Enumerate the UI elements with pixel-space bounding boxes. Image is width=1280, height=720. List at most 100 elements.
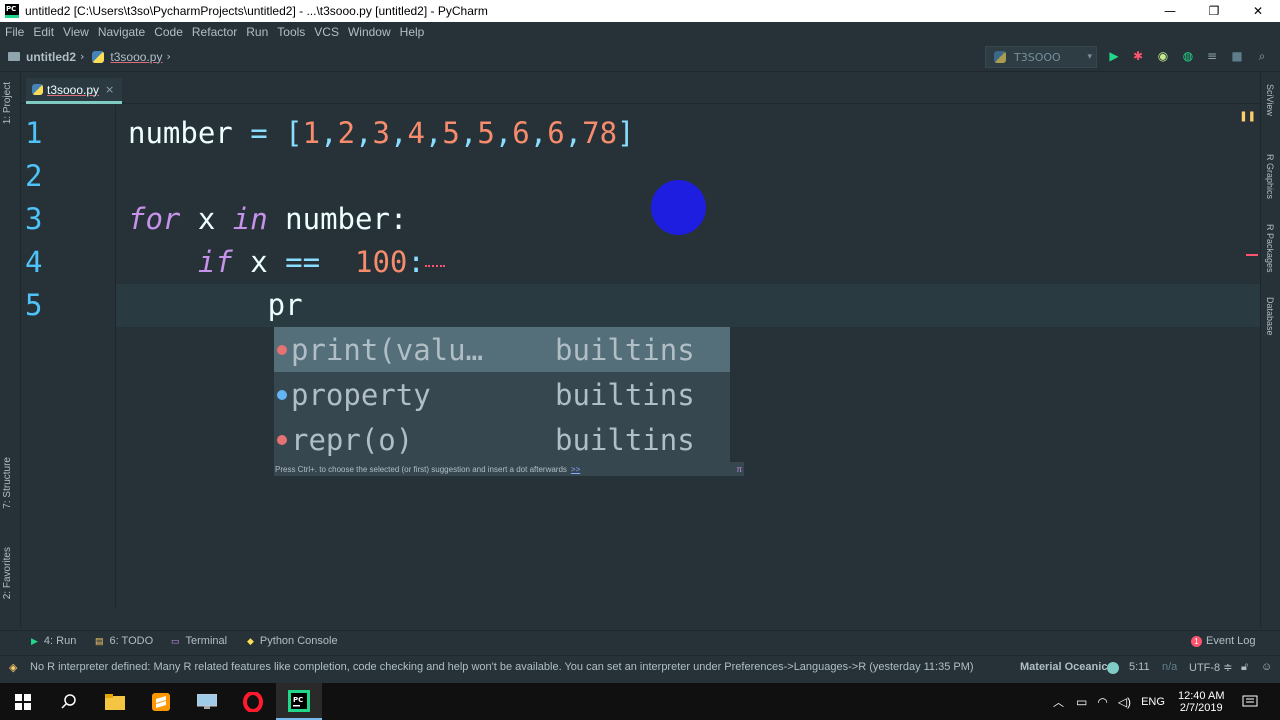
taskbar-pycharm[interactable]: PC — [276, 683, 322, 720]
menu-file[interactable]: File — [5, 25, 24, 39]
line-number: 4 — [25, 245, 43, 279]
breadcrumb-file[interactable]: t3sooo.py — [110, 50, 162, 64]
number-literal: 6 — [512, 116, 530, 150]
taskbar-sublime[interactable] — [138, 683, 184, 720]
r-packages-tool-button[interactable]: R Packages — [1265, 224, 1275, 273]
menu-window[interactable]: Window — [348, 25, 391, 39]
close-icon[interactable]: × — [105, 83, 114, 96]
line-separator[interactable]: n/a — [1162, 661, 1177, 673]
editor-tab-bar: t3sooo.py × — [21, 76, 1260, 104]
error-marker[interactable] — [1246, 254, 1258, 256]
action-center-icon — [1242, 695, 1258, 706]
bracket: ] — [617, 116, 635, 150]
hint-more-link[interactable]: >> — [571, 465, 580, 474]
clock[interactable]: 12:40 AM 2/7/2019 — [1178, 683, 1224, 720]
search-icon[interactable]: ⌕ — [1254, 48, 1270, 64]
terminal-tool-button[interactable]: ▭ Terminal — [171, 635, 227, 647]
r-graphics-tool-button[interactable]: R Graphics — [1265, 154, 1275, 199]
menu-tools[interactable]: Tools — [277, 25, 305, 39]
completion-name: repr(o) — [291, 422, 414, 457]
completion-item[interactable]: repr(o) builtins — [274, 417, 730, 462]
menu-refactor[interactable]: Refactor — [192, 25, 237, 39]
profile-icon[interactable]: ◍ — [1180, 48, 1196, 64]
error-squiggle — [424, 261, 445, 267]
stop-icon[interactable]: ■ — [1229, 48, 1245, 64]
inspector-icon[interactable]: ☺︎ — [1261, 661, 1272, 673]
code-line-1: number = [1,2,3,4,5,5,6,6,78] — [128, 116, 635, 150]
chevron-right-icon: › — [80, 50, 85, 63]
wifi-icon[interactable]: ◠ — [1097, 695, 1107, 709]
number-literal: 100 — [355, 245, 408, 279]
minimize-button[interactable]: — — [1148, 0, 1192, 22]
completion-popup: print(valu… builtins property builtins r… — [274, 327, 730, 462]
event-log-tool-button[interactable]: 1 Event Log — [1191, 635, 1256, 647]
taskbar-search-button[interactable] — [46, 683, 92, 720]
taskbar-app[interactable] — [184, 683, 230, 720]
gutter-divider — [115, 105, 116, 608]
run-config-select[interactable]: T3SOOO ▾ — [985, 46, 1097, 68]
line-number: 1 — [25, 116, 43, 150]
battery-icon[interactable]: ▭ — [1076, 695, 1087, 709]
menu-vcs[interactable]: VCS — [314, 25, 339, 39]
warning-icon[interactable]: ◈ — [9, 661, 17, 674]
taskbar-file-explorer[interactable] — [92, 683, 138, 720]
line-number: 2 — [25, 159, 43, 193]
menu-navigate[interactable]: Navigate — [98, 25, 145, 39]
theme-name[interactable]: Material Oceanic — [1020, 661, 1107, 673]
breadcrumb-project[interactable]: untitled2 — [26, 50, 76, 64]
close-window-button[interactable]: ✕ — [1236, 0, 1280, 22]
menu-code[interactable]: Code — [154, 25, 183, 39]
favorites-tool-button[interactable]: 2: Favorites — [2, 547, 13, 599]
search-icon — [61, 693, 76, 709]
opera-icon — [243, 691, 263, 712]
run-coverage-icon[interactable]: ◉ — [1155, 48, 1171, 64]
completion-item[interactable]: property builtins — [274, 372, 730, 417]
tab-label: t3sooo.py — [47, 82, 100, 97]
python-console-tool-button[interactable]: ◆ Python Console — [247, 635, 338, 647]
menu-bar: File Edit View Navigate Code Refactor Ru… — [0, 22, 1280, 42]
run-icon[interactable]: ▶ — [1106, 48, 1122, 64]
build-icon[interactable]: ≡ — [1204, 48, 1220, 64]
start-button[interactable] — [0, 683, 46, 720]
completion-item[interactable]: print(valu… builtins — [274, 327, 730, 372]
menu-run[interactable]: Run — [246, 25, 268, 39]
chevron-up-icon[interactable]: ︿ — [1053, 694, 1064, 710]
run-tool-button[interactable]: ▶ 4: Run — [31, 635, 76, 647]
class-icon — [277, 389, 287, 400]
function-icon — [277, 344, 287, 355]
right-tool-strip: SciView R Graphics R Packages Database — [1260, 72, 1280, 628]
database-tool-button[interactable]: Database — [1265, 297, 1275, 336]
language-indicator[interactable]: ENG — [1141, 696, 1165, 708]
file-encoding[interactable]: UTF-8 ≑ — [1189, 661, 1232, 674]
sciview-tool-button[interactable]: SciView — [1265, 84, 1275, 116]
volume-icon[interactable]: ◁) — [1118, 695, 1131, 709]
menu-edit[interactable]: Edit — [33, 25, 54, 39]
bracket: [ — [285, 116, 303, 150]
window-title: untitled2 [C:\Users\t3so\PycharmProjects… — [25, 4, 488, 18]
number-literal: 78 — [582, 116, 618, 150]
event-log-label: Event Log — [1206, 635, 1256, 647]
caret-position[interactable]: 5:11 — [1129, 661, 1150, 673]
editor-tab[interactable]: t3sooo.py × — [26, 78, 123, 104]
warning-icon[interactable]: ❚❚ — [1239, 111, 1256, 122]
number-literal: 1 — [302, 116, 321, 150]
lock-icon[interactable]: 🔓︎ — [1241, 661, 1248, 674]
todo-tool-button[interactable]: ▤ 6: TODO — [95, 635, 153, 647]
function-icon — [277, 434, 287, 445]
structure-tool-button[interactable]: 7: Structure — [2, 457, 13, 509]
menu-view[interactable]: View — [63, 25, 89, 39]
notifications-icon[interactable] — [1242, 683, 1258, 720]
pin-icon[interactable]: π — [736, 465, 742, 474]
mouse-cursor-highlight — [651, 180, 706, 235]
identifier: x — [232, 245, 286, 279]
operator: = — [232, 116, 286, 150]
left-tool-strip: 1: Project 7: Structure 2: Favorites — [0, 72, 21, 628]
taskbar-opera[interactable] — [230, 683, 276, 720]
line-number: 5 — [25, 288, 43, 322]
status-message[interactable]: No R interpreter defined: Many R related… — [30, 661, 974, 673]
menu-help[interactable]: Help — [400, 25, 425, 39]
restore-button[interactable]: ❐ — [1192, 0, 1236, 22]
project-tool-button[interactable]: 1: Project — [2, 82, 13, 124]
system-tray: ︿ ▭ ◠ ◁) ENG — [1053, 683, 1177, 720]
debug-icon[interactable]: ✱ — [1130, 48, 1146, 64]
